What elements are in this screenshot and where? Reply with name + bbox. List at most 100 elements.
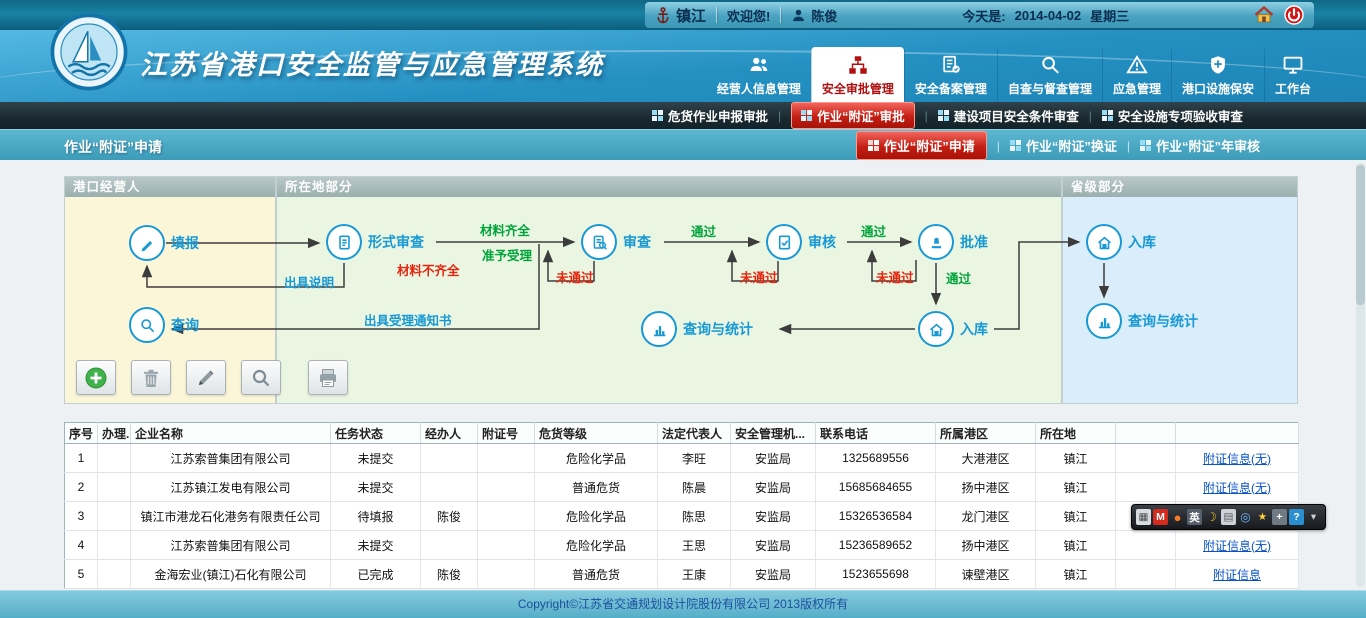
cell-cert-no: [478, 444, 535, 473]
cell-danger-level: 危险化学品: [535, 531, 658, 560]
top-status-band: 镇江 欢迎您! 陈俊 今天是: 2014-04-02 星期三: [645, 2, 1314, 28]
browser-m-icon[interactable]: M: [1153, 509, 1168, 525]
cell-phone: 15685684655: [816, 473, 936, 502]
floating-language-bar[interactable]: ▦ M ● 英 ☽ ▤ ◎ ★ + ? ▾: [1131, 504, 1326, 530]
ptab-label: 作业“附证”申请: [884, 136, 975, 155]
taskbar-grid-icon[interactable]: ▦: [1136, 509, 1151, 525]
subnav-facility-acceptance-review[interactable]: 安全设施专项验收审查: [1102, 106, 1243, 125]
records-table: 序号 办理... 企业名称 任务状态 经办人 附证号 危货等级 法定代表人 安全…: [64, 422, 1298, 589]
ptab-cert-apply[interactable]: 作业“附证”申请: [856, 131, 987, 160]
table-row[interactable]: 3 镇江市港龙石化港务有限责任公司 待填报 陈俊 危险化学品 陈思 安监局 15…: [65, 502, 1299, 531]
cert-info-link[interactable]: 附证信息: [1213, 568, 1261, 582]
stamp-icon: [918, 224, 954, 260]
cell-operator: 陈俊: [421, 502, 478, 531]
cell-admin-org: 安监局: [731, 531, 816, 560]
divider: |: [1089, 109, 1092, 123]
grid-icon: [1010, 140, 1021, 151]
keyboard-icon[interactable]: ▤: [1221, 509, 1236, 525]
subnav-attached-cert-approval[interactable]: 作业“附证”审批: [791, 102, 915, 129]
table-row[interactable]: 2 江苏镇江发电有限公司 未提交 普通危货 陈晨 安监局 15685684655…: [65, 473, 1299, 502]
cell-phone: 15326536584: [816, 502, 936, 531]
cell-status: 未提交: [331, 531, 421, 560]
print-button[interactable]: [308, 360, 348, 395]
subnav-label: 安全设施专项验收审查: [1118, 106, 1243, 125]
tab-workbench[interactable]: 工作台: [1264, 49, 1321, 102]
grid-icon: [938, 110, 949, 121]
cert-info-link[interactable]: 附证信息(无): [1203, 539, 1271, 553]
browser-fox-icon[interactable]: ●: [1170, 509, 1185, 525]
system-title: 江苏省港口安全监管与应急管理系统: [140, 43, 604, 82]
tab-emergency[interactable]: 应急管理: [1102, 49, 1171, 102]
cell-port-area: 谏壁港区: [936, 560, 1036, 589]
subnav-label: 危货作业申报审批: [668, 106, 768, 125]
search-button[interactable]: [241, 360, 281, 395]
lang-en-icon[interactable]: 英: [1187, 509, 1202, 525]
ime-moon-icon[interactable]: ☽: [1204, 509, 1219, 525]
tab-safety-approval[interactable]: 安全审批管理: [811, 47, 904, 102]
col-extra: [1116, 423, 1176, 444]
workflow-diagram: 港口经营人 所在地部分 省级部分 填报: [64, 176, 1298, 404]
delete-button[interactable]: [131, 360, 171, 395]
home-icon[interactable]: [1254, 5, 1274, 25]
divider: |: [925, 109, 928, 123]
globe-icon[interactable]: ◎: [1238, 509, 1253, 525]
cell-handle: [98, 502, 131, 531]
user-name: 陈俊: [811, 6, 837, 25]
table-row[interactable]: 4 江苏索普集团有限公司 未提交 危险化学品 王思 安监局 1523658965…: [65, 531, 1299, 560]
tools-icon[interactable]: +: [1272, 509, 1287, 525]
cell-cert-info: 附证信息(无): [1176, 473, 1299, 502]
edge-label-issue-explanation: 出具说明: [284, 272, 334, 291]
divider: [716, 7, 717, 23]
ptab-cert-renew[interactable]: 作业“附证”换证: [1010, 136, 1117, 155]
cell-operator: [421, 444, 478, 473]
cell-company: 镇江市港龙石化港务有限责任公司: [131, 502, 331, 531]
flow-node-label: 填报: [171, 233, 199, 253]
app-header: 江苏省港口安全监管与应急管理系统 经营人信息管理 安全审批管理 安全备案管理 自…: [0, 30, 1366, 102]
col-status: 任务状态: [331, 423, 421, 444]
cell-phone: 15236589652: [816, 531, 936, 560]
cell-port-area: 扬中港区: [936, 531, 1036, 560]
tab-facility-security[interactable]: 港口设施保安: [1171, 49, 1264, 102]
star-icon[interactable]: ★: [1255, 509, 1270, 525]
page-title: 作业“附证”申请: [64, 137, 162, 157]
cell-location: 镇江: [1036, 444, 1116, 473]
cell-legal-rep: 李旺: [658, 444, 731, 473]
col-phone: 联系电话: [816, 423, 936, 444]
help-icon[interactable]: ?: [1289, 509, 1304, 525]
collapse-icon[interactable]: ▾: [1306, 509, 1321, 525]
cell-status: 未提交: [331, 444, 421, 473]
flow-node-label: 入库: [960, 319, 988, 339]
cell-legal-rep: 陈晨: [658, 473, 731, 502]
ptab-cert-annual-review[interactable]: 作业“附证”年审核: [1140, 136, 1260, 155]
tab-self-inspection[interactable]: 自查与督查管理: [997, 49, 1102, 102]
table-row[interactable]: 1 江苏索普集团有限公司 未提交 危险化学品 李旺 安监局 1325689556…: [65, 444, 1299, 473]
pencil-icon: [129, 225, 165, 261]
top-status-bar: 镇江 欢迎您! 陈俊 今天是: 2014-04-02 星期三: [0, 0, 1366, 30]
vertical-scrollbar[interactable]: [1356, 163, 1365, 587]
cert-info-link[interactable]: 附证信息(无): [1203, 481, 1271, 495]
cell-legal-rep: 王康: [658, 560, 731, 589]
cell-no: 1: [65, 444, 98, 473]
cell-port-area: 大港港区: [936, 444, 1036, 473]
col-operator: 经办人: [421, 423, 478, 444]
subnav-label: 作业“附证”审批: [817, 106, 905, 125]
tab-operator-info[interactable]: 经营人信息管理: [707, 49, 811, 102]
add-button[interactable]: [76, 360, 116, 395]
subnav-dangerous-goods-approval[interactable]: 危货作业申报审批: [652, 106, 768, 125]
edit-button[interactable]: [186, 360, 226, 395]
flow-node-label: 查询: [171, 315, 199, 335]
grid-icon: [1140, 140, 1151, 151]
scrollbar-thumb[interactable]: [1356, 165, 1365, 305]
edge-label-pass: 通过: [861, 221, 886, 240]
cert-info-link[interactable]: 附证信息(无): [1203, 452, 1271, 466]
user-icon: [791, 8, 806, 23]
subnav-construction-review[interactable]: 建设项目安全条件审查: [938, 106, 1079, 125]
flow-node-store-provincial: 入库: [1086, 224, 1122, 260]
cell-admin-org: 安监局: [731, 560, 816, 589]
table-row[interactable]: 5 金海宏业(镇江)石化有限公司 已完成 陈俊 普通危货 王康 安监局 1523…: [65, 560, 1299, 589]
logout-power-icon[interactable]: [1284, 5, 1304, 25]
grid-icon: [1102, 110, 1113, 121]
flow-node-label: 查询与统计: [1128, 311, 1198, 331]
tab-safety-record[interactable]: 安全备案管理: [904, 49, 997, 102]
main-navigation: 经营人信息管理 安全审批管理 安全备案管理 自查与督查管理 应急管理 港口设施保…: [707, 47, 1321, 102]
